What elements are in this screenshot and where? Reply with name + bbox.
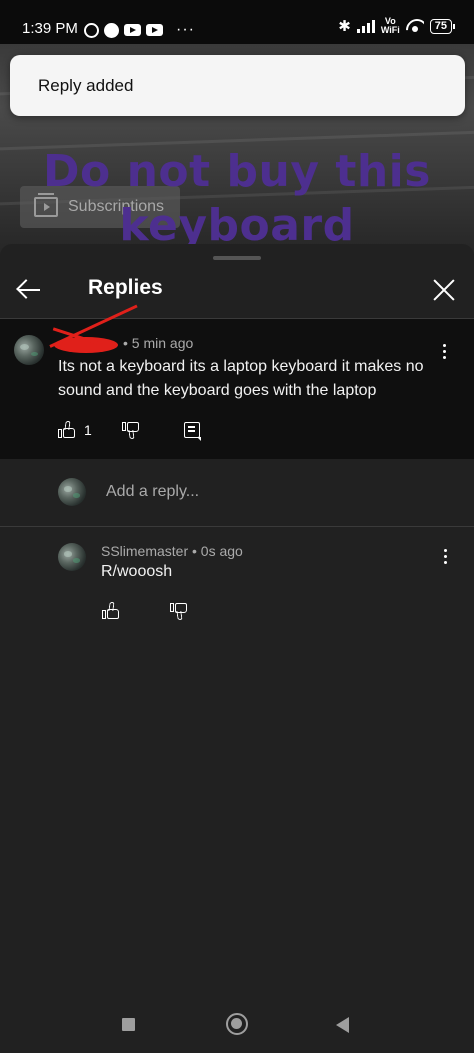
more-notifications-icon: ···	[176, 21, 195, 38]
status-time: 1:39 PM	[22, 20, 78, 37]
avatar[interactable]	[58, 543, 86, 571]
reply-actions	[102, 602, 188, 620]
like-button[interactable]	[102, 602, 120, 620]
reply-button[interactable]	[183, 422, 201, 441]
dislike-button[interactable]	[170, 602, 188, 620]
system-icons: ✱ Vo WiFi 75	[338, 17, 456, 35]
more-options-button[interactable]	[435, 544, 455, 568]
signal-icon	[356, 19, 375, 33]
vowifi-icon: Vo WiFi	[381, 17, 400, 35]
recents-button[interactable]	[122, 1018, 135, 1031]
home-button[interactable]	[226, 1013, 248, 1035]
video-title-line1: Do not buy this	[43, 146, 431, 197]
parent-comment: • 5 min ago Its not a keyboard its a lap…	[0, 304, 474, 459]
snackbar-message: Reply added	[38, 75, 134, 95]
battery-icon: 75	[429, 18, 456, 34]
avatar[interactable]	[14, 335, 44, 365]
add-reply-input[interactable]: Add a reply...	[106, 483, 199, 501]
sheet-header: Replies	[0, 266, 474, 316]
comment-timestamp: • 5 min ago	[123, 335, 194, 351]
replies-sheet: Replies • 5 min ago Its not a keyboard i…	[0, 244, 474, 1053]
close-button[interactable]	[428, 274, 460, 306]
back-nav-button[interactable]	[336, 1017, 349, 1033]
back-button[interactable]	[14, 274, 46, 306]
status-bar: 1:39 PM ··· ✱ Vo WiFi 75	[0, 0, 474, 44]
bluetooth-icon: ✱	[338, 18, 351, 35]
snackbar: Reply added	[10, 55, 465, 116]
comment-text: Its not a keyboard its a laptop keyboard…	[58, 358, 424, 399]
alarm-icon	[84, 22, 99, 38]
add-reply-row[interactable]: Add a reply...	[0, 459, 474, 527]
like-button[interactable]	[58, 421, 76, 439]
like-count: 1	[84, 422, 92, 438]
dislike-button[interactable]	[121, 421, 140, 439]
wifi-icon	[406, 19, 424, 33]
system-navigation-bar	[0, 993, 474, 1053]
notification-icons: ···	[84, 21, 195, 39]
more-options-button[interactable]	[434, 339, 454, 363]
vowifi-bottom: WiFi	[380, 25, 400, 35]
video-title: Do not buy this keyboard	[0, 145, 474, 253]
youtube-icon	[146, 24, 163, 36]
reply-text: R/wooosh	[101, 563, 173, 580]
comment-actions: 1	[58, 421, 201, 441]
messenger-icon	[104, 22, 119, 38]
drag-handle[interactable]	[213, 256, 261, 260]
youtube-icon	[124, 24, 141, 36]
reply-comment: SSlimemaster • 0s ago R/wooosh	[0, 527, 474, 637]
reply-author-timestamp: SSlimemaster • 0s ago	[101, 543, 243, 559]
sheet-title: Replies	[88, 276, 163, 299]
avatar	[58, 478, 86, 506]
